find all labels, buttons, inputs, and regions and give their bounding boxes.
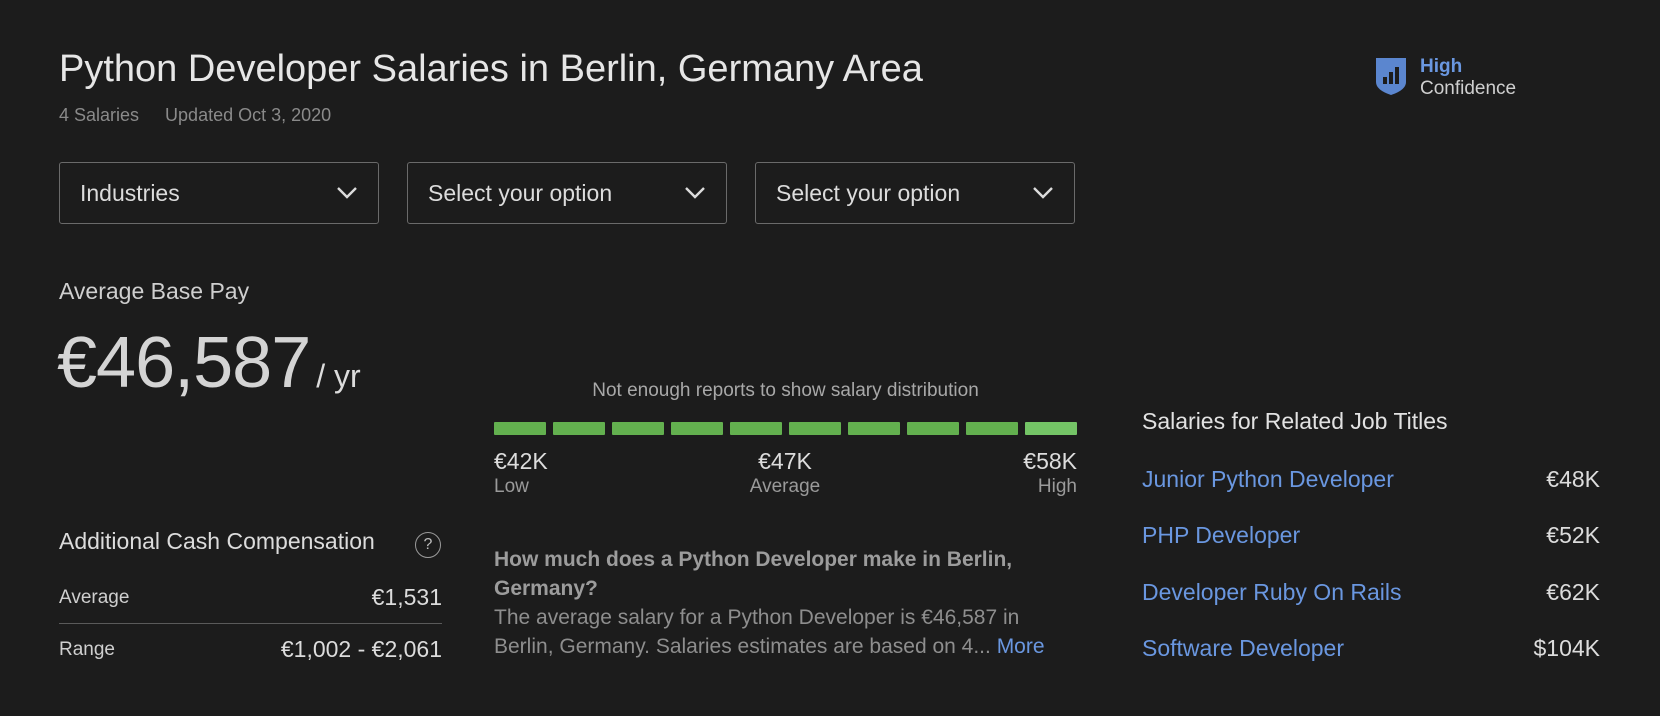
chevron-down-icon	[1033, 187, 1053, 199]
average-base-pay-label: Average Base Pay	[59, 278, 250, 304]
confidence-level: High	[1420, 56, 1463, 77]
additional-average-label: Average	[59, 586, 130, 608]
page-title: Python Developer Salaries in Berlin, Ger…	[59, 48, 923, 90]
low-label: Low	[494, 476, 529, 497]
base-pay-unit: / yr	[316, 358, 361, 394]
salary-count: 4 Salaries	[59, 105, 140, 125]
related-job-salary: €52K	[1546, 522, 1600, 548]
average-stat: €47K Average	[735, 448, 835, 500]
additional-cash-title: Additional Cash Compensation	[59, 528, 375, 554]
shield-bar-chart-icon	[1376, 58, 1406, 95]
chevron-down-icon	[685, 187, 705, 199]
low-stat: €42K Low	[494, 448, 548, 500]
additional-range-label: Range	[59, 638, 115, 660]
base-pay-amount: €46,587	[57, 323, 311, 403]
faq-question: How much does a Python Developer make in…	[494, 548, 1013, 600]
confidence-badge: High Confidence	[1374, 56, 1516, 100]
related-item: PHP Developer €52K	[1142, 522, 1600, 549]
related-item: Junior Python Developer €48K	[1142, 466, 1600, 493]
distribution-segment	[553, 422, 605, 435]
salary-page: Python Developer Salaries in Berlin, Ger…	[0, 0, 1660, 716]
related-job-link[interactable]: Junior Python Developer	[1142, 466, 1394, 493]
distribution-segment	[730, 422, 782, 435]
related-job-link[interactable]: Software Developer	[1142, 635, 1344, 662]
filter-dropdown-2[interactable]: Select your option	[407, 162, 727, 224]
low-value: €42K	[494, 448, 548, 474]
more-link[interactable]: More	[997, 635, 1045, 658]
related-job-link[interactable]: PHP Developer	[1142, 522, 1300, 549]
additional-range-value: €1,002 - €2,061	[280, 636, 442, 662]
related-job-link[interactable]: Developer Ruby On Rails	[1142, 579, 1402, 606]
average-value: €47K	[758, 448, 812, 474]
divider	[59, 623, 442, 624]
chevron-down-icon	[337, 187, 357, 199]
related-job-salary: $104K	[1533, 635, 1600, 661]
distribution-segment	[966, 422, 1018, 435]
distribution-segment	[494, 422, 546, 435]
distribution-note: Not enough reports to show salary distri…	[592, 380, 979, 401]
additional-average-row: Average €1,531	[59, 584, 442, 611]
additional-range-row: Range €1,002 - €2,061	[59, 636, 442, 663]
related-titles-heading: Salaries for Related Job Titles	[1142, 408, 1448, 434]
distribution-segment	[671, 422, 723, 435]
faq-answer: The average salary for a Python Develope…	[494, 606, 1020, 658]
high-value: €58K	[1023, 448, 1077, 474]
updated-date: Updated Oct 3, 2020	[165, 105, 332, 125]
salary-distribution-bar	[494, 422, 1077, 436]
dropdown-label: Select your option	[776, 179, 961, 206]
distribution-segment	[612, 422, 664, 435]
high-stat: €58K High	[977, 448, 1077, 500]
distribution-segment	[848, 422, 900, 435]
filter-dropdown-3[interactable]: Select your option	[755, 162, 1075, 224]
distribution-segment	[907, 422, 959, 435]
faq-answer-line: The average salary for a Python Develope…	[494, 603, 1074, 661]
faq-block: How much does a Python Developer make in…	[494, 545, 1074, 661]
dropdown-label: Select your option	[428, 179, 613, 206]
confidence-text: High Confidence	[1420, 56, 1516, 100]
industries-dropdown[interactable]: Industries	[59, 162, 379, 224]
help-icon[interactable]: ?	[415, 532, 441, 558]
dropdown-label: Industries	[80, 179, 180, 206]
related-job-salary: €48K	[1546, 466, 1600, 492]
distribution-segment	[789, 422, 841, 435]
related-item: Software Developer $104K	[1142, 635, 1600, 662]
additional-average-value: €1,531	[371, 584, 442, 610]
average-base-pay: €46,587/ yr	[57, 322, 361, 404]
high-label: High	[1037, 476, 1077, 497]
related-job-salary: €62K	[1546, 579, 1600, 605]
page-subtitle: 4 Salaries Updated Oct 3, 2020	[59, 105, 331, 126]
related-item: Developer Ruby On Rails €62K	[1142, 579, 1600, 606]
average-label: Average	[749, 476, 821, 497]
confidence-label: Confidence	[1420, 78, 1517, 99]
distribution-segment	[1025, 422, 1077, 435]
